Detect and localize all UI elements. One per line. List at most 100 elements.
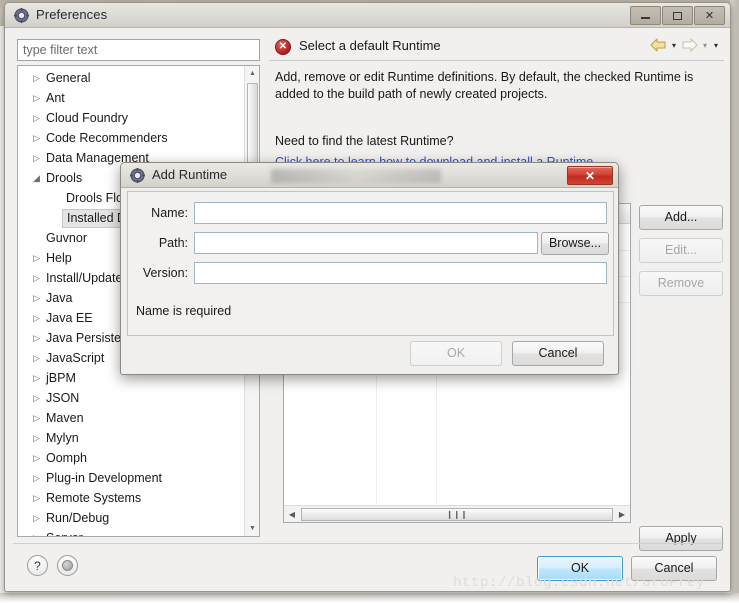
scroll-right-icon[interactable]: ▶ [614, 506, 630, 522]
path-label: Path: [158, 236, 188, 250]
version-label: Version: [142, 266, 188, 280]
sidebar-item-oomph[interactable]: ▷ Oomph [18, 448, 246, 468]
add-runtime-button[interactable]: Add... [639, 205, 723, 230]
sidebar-item-label: Guvnor [46, 231, 87, 245]
expander-icon[interactable]: ▷ [31, 308, 42, 328]
window-controls: ✕ [630, 6, 725, 25]
sidebar-item-remote-systems[interactable]: ▷ Remote Systems [18, 488, 246, 508]
sidebar-item-label: Java EE [46, 311, 93, 325]
expander-icon[interactable]: ▷ [31, 268, 42, 288]
name-label: Name: [151, 206, 188, 220]
sidebar-item-cloud-foundry[interactable]: ▷ Cloud Foundry [18, 108, 246, 128]
expander-icon[interactable]: ▷ [31, 88, 42, 108]
gear-icon [14, 8, 29, 23]
sidebar-item-label: Run/Debug [46, 511, 110, 525]
validation-message: Name is required [136, 304, 232, 318]
add-runtime-footer: OK Cancel [121, 341, 618, 366]
modal-close-button[interactable]: ✕ [567, 166, 613, 185]
apply-button[interactable]: Apply [639, 526, 723, 551]
scroll-down-icon[interactable]: ▼ [245, 521, 259, 536]
scroll-left-icon[interactable]: ◀ [284, 506, 300, 522]
expander-icon[interactable]: ▷ [31, 468, 42, 488]
expander-icon[interactable]: ▷ [31, 528, 42, 536]
page-nav-toolbar: ▾ ▾ ▾ [650, 38, 720, 52]
sidebar-item-json[interactable]: ▷ JSON [18, 388, 246, 408]
sidebar-item-label: Ant [46, 91, 65, 105]
sidebar-item-code-recommenders[interactable]: ▷ Code Recommenders [18, 128, 246, 148]
sidebar-item-run-debug[interactable]: ▷ Run/Debug [18, 508, 246, 528]
sidebar-item-label: Help [46, 251, 72, 265]
name-row: Name: [128, 202, 613, 226]
sidebar-item-label: JavaScript [46, 351, 105, 365]
sidebar-item-label: Code Recommenders [46, 131, 168, 145]
screen-root: Preferences ✕ type filter text ▷ General ▷… [0, 0, 739, 603]
filter-input[interactable]: type filter text [17, 39, 260, 61]
page-header: ✕ Select a default Runtime ▾ ▾ ▾ [269, 33, 724, 61]
runtimes-table-hscrollbar[interactable]: ◀ ❙❙❙ ▶ [284, 505, 630, 522]
hscrollbar-thumb[interactable]: ❙❙❙ [301, 507, 613, 521]
expander-icon[interactable]: ▷ [31, 348, 42, 368]
add-runtime-title: Add Runtime [152, 167, 228, 182]
runtime-action-buttons: Add... Edit... Remove [639, 205, 723, 304]
version-input[interactable] [194, 262, 607, 284]
edit-runtime-button: Edit... [639, 238, 723, 263]
shell-button-icon[interactable] [57, 555, 78, 576]
add-runtime-form: Name: Path: Browse... Version: Name is r… [127, 191, 614, 336]
sidebar-item-mylyn[interactable]: ▷ Mylyn [18, 428, 246, 448]
back-arrow-icon[interactable] [650, 38, 667, 52]
forward-arrow-icon[interactable] [681, 38, 698, 52]
add-runtime-dialog: Add Runtime ✕ Name: Path: Browse... Vers… [120, 162, 619, 375]
sidebar-item-label: jBPM [46, 371, 76, 385]
sidebar-item-label: Java [46, 291, 73, 305]
version-row: Version: [128, 262, 613, 286]
sidebar-item-label: Oomph [46, 451, 87, 465]
maximize-button[interactable] [662, 6, 693, 25]
preferences-title: Preferences [36, 7, 108, 22]
expander-icon[interactable]: ▷ [31, 448, 42, 468]
sidebar-item-general[interactable]: ▷ General [18, 68, 246, 88]
sidebar-item-label: Server [46, 528, 83, 536]
help-icon[interactable]: ? [27, 555, 48, 576]
view-menu-icon[interactable]: ▾ [712, 41, 720, 50]
browse-button[interactable]: Browse... [541, 232, 609, 255]
expander-icon[interactable]: ▷ [31, 408, 42, 428]
sidebar-item-plug-in-development[interactable]: ▷ Plug-in Development [18, 468, 246, 488]
path-input[interactable] [194, 232, 538, 254]
modal-cancel-button[interactable]: Cancel [512, 341, 604, 366]
expander-icon[interactable]: ▷ [31, 128, 42, 148]
error-icon: ✕ [275, 39, 291, 55]
path-row: Path: Browse... [128, 232, 613, 256]
expander-icon[interactable]: ▷ [31, 428, 42, 448]
scroll-up-icon[interactable]: ▲ [245, 66, 259, 81]
sidebar-item-server[interactable]: ▷ Server [18, 528, 246, 536]
expander-icon[interactable]: ▷ [31, 328, 42, 348]
expander-icon[interactable]: ▷ [31, 368, 42, 388]
close-button[interactable]: ✕ [694, 6, 725, 25]
sidebar-item-label: Remote Systems [46, 491, 142, 505]
minimize-button[interactable] [630, 6, 661, 25]
back-dropdown-icon[interactable]: ▾ [670, 41, 678, 50]
name-input[interactable] [194, 202, 607, 224]
expander-icon[interactable]: ▷ [31, 248, 42, 268]
forward-dropdown-icon[interactable]: ▾ [701, 41, 709, 50]
expander-icon[interactable]: ▷ [31, 508, 42, 528]
remove-runtime-button: Remove [639, 271, 723, 296]
expander-icon[interactable]: ▷ [31, 148, 42, 168]
expander-icon[interactable]: ▷ [31, 108, 42, 128]
expander-icon[interactable]: ▷ [31, 388, 42, 408]
sidebar-item-ant[interactable]: ▷ Ant [18, 88, 246, 108]
expander-icon[interactable]: ◢ [31, 168, 42, 188]
expander-icon[interactable]: ▷ [31, 488, 42, 508]
background-window-right-edge [730, 0, 739, 603]
background-text-blurred [271, 169, 441, 183]
add-runtime-titlebar: Add Runtime ✕ [121, 163, 618, 188]
sidebar-item-label: Plug-in Development [46, 471, 163, 485]
sidebar-item-label: Install/Update [46, 271, 123, 285]
modal-ok-button: OK [410, 341, 502, 366]
sidebar-item-label: Drools [46, 171, 83, 185]
page-title: Select a default Runtime [299, 38, 441, 53]
page-question: Need to find the latest Runtime? [275, 134, 454, 148]
expander-icon[interactable]: ▷ [31, 288, 42, 308]
sidebar-item-maven[interactable]: ▷ Maven [18, 408, 246, 428]
expander-icon[interactable]: ▷ [31, 68, 42, 88]
